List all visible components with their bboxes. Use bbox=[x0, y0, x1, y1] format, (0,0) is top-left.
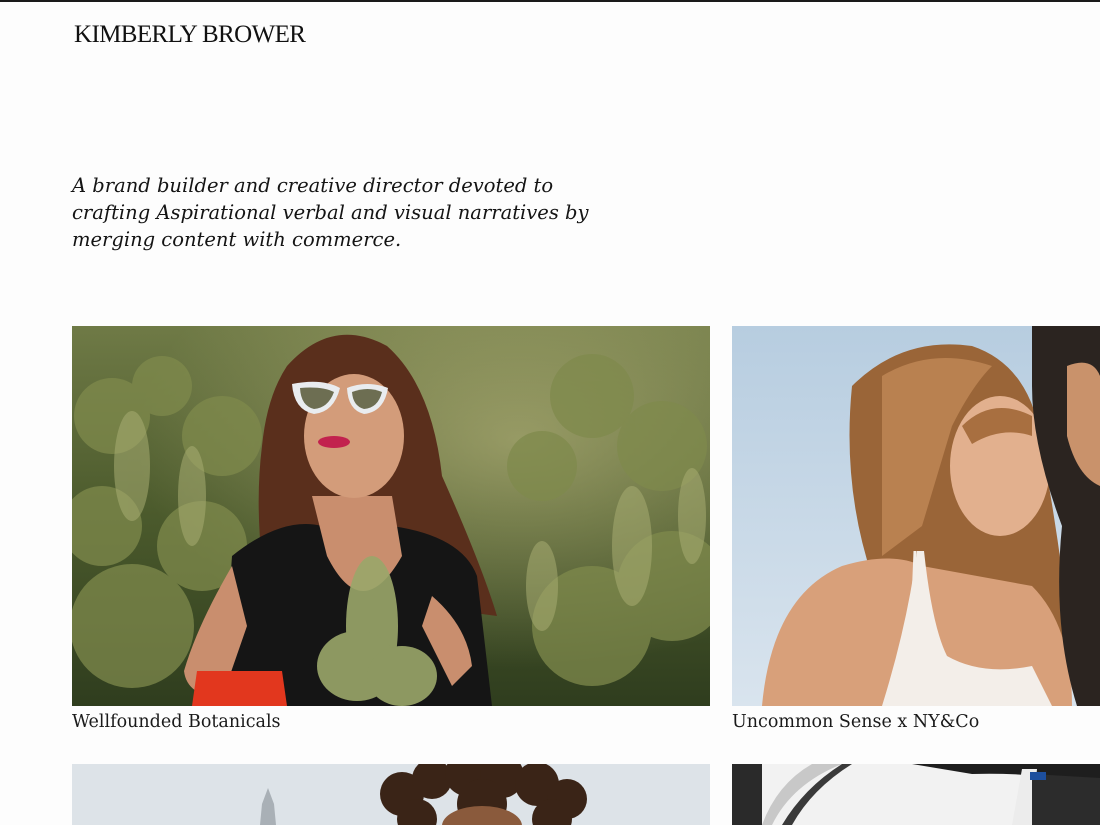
top-border bbox=[0, 0, 1100, 2]
site-title[interactable]: KIMBERLY BROWER bbox=[74, 20, 306, 50]
project-image-4 bbox=[732, 764, 1100, 825]
project-tile-uncommon-sense[interactable] bbox=[732, 326, 1100, 706]
project-image-wellfounded bbox=[72, 326, 710, 706]
project-tile-wellfounded[interactable] bbox=[72, 326, 710, 706]
project-caption-wellfounded[interactable]: Wellfounded Botanicals bbox=[72, 711, 281, 733]
project-tile-3[interactable] bbox=[72, 764, 710, 825]
project-image-3 bbox=[72, 764, 710, 825]
project-tile-4[interactable] bbox=[732, 764, 1100, 825]
project-caption-uncommon-sense[interactable]: Uncommon Sense x NY&Co bbox=[732, 711, 979, 733]
page: KIMBERLY BROWER A brand builder and crea… bbox=[0, 0, 1100, 825]
project-image-uncommon-sense bbox=[732, 326, 1100, 706]
intro-tagline: A brand builder and creative director de… bbox=[72, 174, 589, 251]
